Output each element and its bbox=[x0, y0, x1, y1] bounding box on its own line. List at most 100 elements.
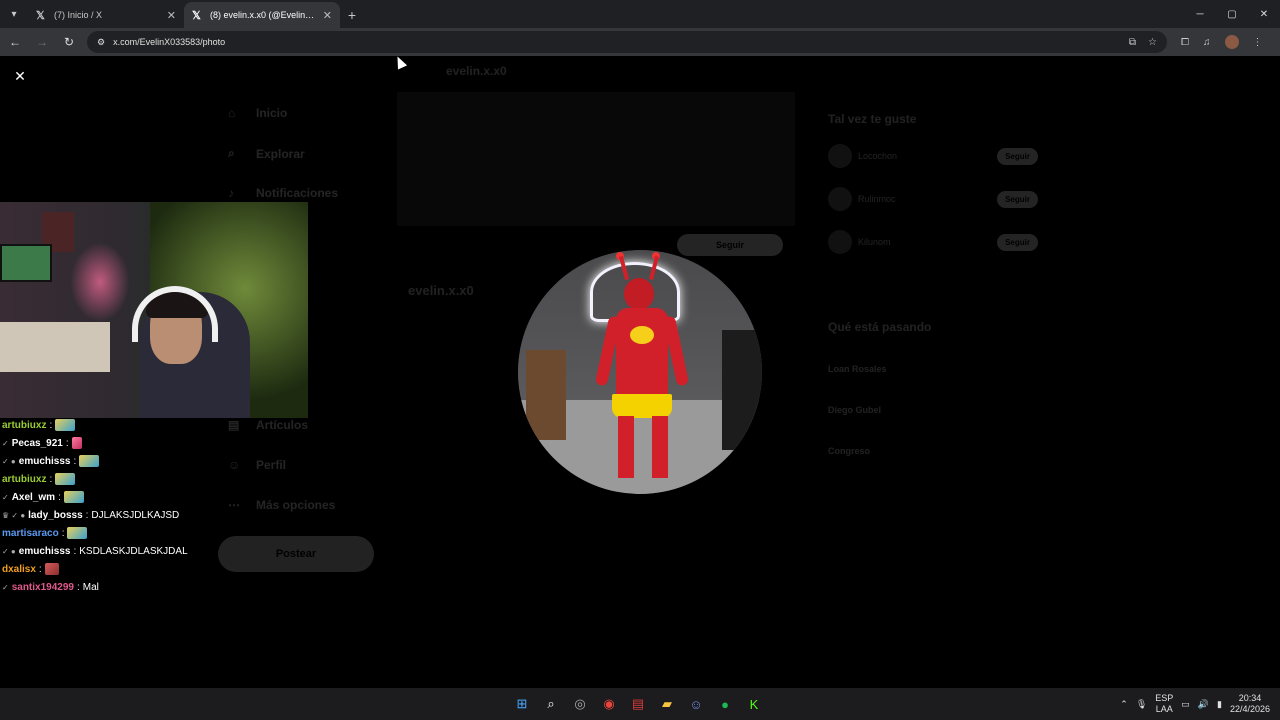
trend-item: Loan Rosales bbox=[828, 364, 887, 374]
discord-icon[interactable]: ☺ bbox=[684, 692, 708, 716]
chat-username[interactable]: lady_bosss bbox=[28, 510, 82, 521]
avatar bbox=[828, 144, 852, 168]
chat-text: DJLAKSJDLKAJSD bbox=[91, 509, 180, 521]
suggestion-name: Locochon bbox=[858, 151, 898, 161]
maximize-button[interactable]: ▢ bbox=[1216, 0, 1248, 28]
chat-emote-icon bbox=[63, 491, 84, 503]
layout-code: LAA bbox=[1155, 704, 1173, 714]
chat-username[interactable]: artubiuxz bbox=[2, 420, 46, 431]
trend-item: Congreso bbox=[828, 446, 871, 456]
tab-close-icon[interactable]: ✕ bbox=[323, 9, 332, 22]
chat-message: dxalisx: bbox=[0, 560, 300, 578]
chat-username[interactable]: emuchisss bbox=[19, 546, 71, 557]
chat-message: artubiuxz: bbox=[0, 470, 300, 488]
chat-text: KSDLASKJDLASKJDAL bbox=[79, 545, 188, 557]
windows-start-icon[interactable]: ⊞ bbox=[510, 692, 534, 716]
chat-emote-icon bbox=[55, 419, 76, 431]
chrome-icon[interactable]: ◉ bbox=[597, 692, 621, 716]
battery-icon[interactable]: ▮ bbox=[1217, 699, 1222, 710]
costume-head bbox=[624, 278, 654, 310]
profile-banner bbox=[397, 92, 795, 226]
chat-username[interactable]: dxalisx bbox=[2, 564, 36, 575]
chat-username[interactable]: artubiuxz bbox=[2, 474, 46, 485]
site-info-icon[interactable]: ⚙ bbox=[97, 37, 105, 48]
forward-button[interactable]: → bbox=[30, 30, 54, 54]
minimize-button[interactable]: ─ bbox=[1184, 0, 1216, 28]
chat-separator: : bbox=[65, 437, 69, 449]
chat-emote-icon bbox=[55, 473, 76, 485]
chat-badges-icon: ✓ bbox=[2, 438, 9, 448]
address-bar[interactable]: ⚙ x.com/EvelinX033583/photo ⧉ ☆ bbox=[87, 31, 1167, 53]
trend-item: Diego Gubel bbox=[828, 405, 882, 415]
chat-separator: : bbox=[49, 419, 53, 431]
chat-separator: : bbox=[73, 455, 77, 467]
avatar bbox=[828, 187, 852, 211]
chat-separator: : bbox=[76, 581, 80, 593]
avatar bbox=[828, 230, 852, 254]
chat-separator: : bbox=[73, 545, 77, 557]
copilot-icon[interactable]: ◎ bbox=[568, 692, 592, 716]
costume-leg bbox=[618, 416, 634, 478]
chat-username[interactable]: Axel_wm bbox=[12, 492, 55, 503]
profile-avatar[interactable] bbox=[1224, 35, 1239, 49]
tray-overflow-icon[interactable]: ⌃ bbox=[1120, 699, 1128, 710]
new-tab-button[interactable]: + bbox=[340, 2, 364, 28]
chat-username[interactable]: martisaraco bbox=[2, 528, 59, 539]
suggestion-row: Locochon Seguir bbox=[828, 142, 1038, 170]
install-app-icon[interactable]: ⧉ bbox=[1129, 37, 1136, 48]
spotify-icon[interactable]: ● bbox=[713, 692, 737, 716]
chat-badges-icon: ✓ ● bbox=[2, 456, 16, 466]
system-tray: ⌃ 🎙 ESP LAA ▭ 🔊 ▮ 20:34 22/4/2026 bbox=[1120, 688, 1270, 720]
chat-username[interactable]: santix194299 bbox=[12, 582, 74, 593]
profile-name: evelin.x.x0 bbox=[408, 283, 474, 298]
chat-username[interactable]: Pecas_921 bbox=[12, 438, 63, 449]
network-icon[interactable]: ▭ bbox=[1181, 699, 1190, 710]
news-app-icon[interactable]: ▤ bbox=[626, 692, 650, 716]
chat-badges-icon: ✓ ● bbox=[2, 546, 16, 556]
back-button[interactable]: ← bbox=[3, 30, 27, 54]
chat-separator: : bbox=[38, 563, 42, 575]
tab-strip: ▾ 𝕏 (7) Inicio / X ✕ 𝕏 (8) evelin.x.x0 (… bbox=[0, 0, 1280, 28]
chat-separator: : bbox=[61, 527, 65, 539]
chat-emote-icon bbox=[71, 437, 82, 449]
bookmark-star-icon[interactable]: ☆ bbox=[1148, 37, 1157, 48]
tab-evelin[interactable]: 𝕏 (8) evelin.x.x0 (@EvelinX033583) / X ✕ bbox=[184, 2, 340, 28]
clock[interactable]: 20:34 22/4/2026 bbox=[1230, 693, 1270, 715]
nav-item-notificaciones: ♪ Notificaciones bbox=[228, 186, 338, 200]
suggestion-row: Rulinmoc Seguir bbox=[828, 185, 1038, 213]
media-control-icon[interactable]: ♫ bbox=[1203, 37, 1211, 48]
chat-text: Mal bbox=[82, 581, 99, 593]
extensions-icon[interactable]: ⧠ bbox=[1181, 37, 1189, 48]
nav-label: Inicio bbox=[256, 106, 288, 120]
chat-emote-icon bbox=[67, 527, 88, 539]
tab-inicio[interactable]: 𝕏 (7) Inicio / X ✕ bbox=[28, 2, 184, 28]
chat-message: ✓ santix194299: Mal bbox=[0, 578, 300, 596]
webcam-pink-light bbox=[70, 242, 130, 322]
search-icon[interactable]: ⌕ bbox=[539, 692, 563, 716]
url-text: x.com/EvelinX033583/photo bbox=[113, 37, 226, 47]
close-window-button[interactable]: ✕ bbox=[1248, 0, 1280, 28]
windows-taskbar: ⊞ ⌕ ◎ ◉ ▤ ▰ ☺ ● K ⌃ 🎙 ESP LAA ▭ 🔊 ▮ 20:34 22/4/2… bbox=[0, 688, 1280, 720]
chat-separator: : bbox=[58, 491, 61, 503]
tab-search-button[interactable]: ▾ bbox=[0, 0, 28, 28]
volume-icon[interactable]: 🔊 bbox=[1198, 699, 1209, 710]
chat-username[interactable]: emuchisss bbox=[19, 456, 71, 467]
file-explorer-icon[interactable]: ▰ bbox=[655, 692, 679, 716]
language-indicator[interactable]: ESP LAA bbox=[1155, 693, 1173, 715]
language-code: ESP bbox=[1155, 693, 1174, 703]
chat-message: artubiuxz: bbox=[0, 416, 300, 434]
x-logo-icon: 𝕏 bbox=[192, 9, 201, 22]
home-icon: ⌂ bbox=[228, 106, 236, 120]
kick-icon[interactable]: K bbox=[742, 692, 766, 716]
microphone-icon[interactable]: 🎙 bbox=[1136, 699, 1147, 710]
tab-close-icon[interactable]: ✕ bbox=[167, 9, 176, 22]
menu-icon[interactable]: ⋮ bbox=[1253, 37, 1263, 48]
chat-message: ✓ Pecas_921: bbox=[0, 434, 300, 452]
streamer-webcam bbox=[0, 202, 308, 418]
taskbar-apps: ⊞ ⌕ ◎ ◉ ▤ ▰ ☺ ● K bbox=[510, 692, 766, 716]
suggestion-follow-button: Seguir bbox=[997, 147, 1038, 165]
close-photo-button[interactable]: ✕ bbox=[12, 68, 28, 84]
stream-chat: artubiuxz: ✓ Pecas_921: ✓ ● emuchisss: artubi… bbox=[0, 416, 300, 596]
suggestion-follow-button: Seguir bbox=[997, 233, 1038, 251]
reload-button[interactable]: ↻ bbox=[57, 30, 81, 54]
